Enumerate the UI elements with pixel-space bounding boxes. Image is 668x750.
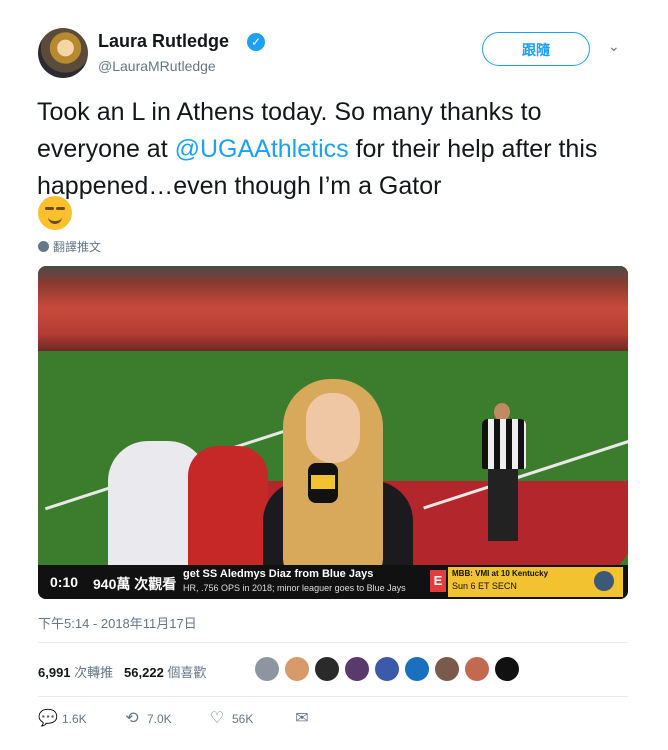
tweet-actions: 💬 1.6K ⟲ 7.0K ♡ 56K ✉ bbox=[38, 710, 338, 732]
liker-avatar[interactable] bbox=[435, 657, 459, 681]
author-avatar[interactable] bbox=[38, 28, 88, 78]
tweet-timestamp[interactable]: 下午5:14 - 2018年11月17日 bbox=[38, 613, 197, 632]
globe-icon bbox=[38, 241, 49, 252]
ticker-headline: get SS Aledmys Diaz from Blue Jays bbox=[183, 568, 374, 580]
retweet-count: 7.0K bbox=[147, 712, 172, 726]
likes-label[interactable]: 個喜歡 bbox=[167, 665, 206, 680]
liker-avatar[interactable] bbox=[255, 657, 279, 681]
tweet-text: Took an L in Athens today. So many thank… bbox=[37, 94, 637, 205]
microphone bbox=[308, 463, 338, 503]
divider bbox=[38, 642, 628, 643]
score-line1: MBB: VMI at 10 Kentucky bbox=[452, 569, 549, 578]
reply-icon: 💬 bbox=[38, 710, 58, 727]
retweets-count[interactable]: 6,991 bbox=[38, 665, 71, 680]
like-action[interactable]: ♡ 56K bbox=[208, 710, 254, 728]
liker-avatar[interactable] bbox=[495, 657, 519, 681]
player-red bbox=[188, 446, 268, 576]
video-ticker-bar: 0:10 940萬 次觀看 get SS Aledmys Diaz from B… bbox=[38, 565, 628, 599]
liker-avatar[interactable] bbox=[375, 657, 399, 681]
liker-avatar[interactable] bbox=[315, 657, 339, 681]
video-player[interactable]: 0:10 940萬 次觀看 get SS Aledmys Diaz from B… bbox=[38, 266, 628, 599]
mention-link[interactable]: @UGAAthletics bbox=[175, 135, 349, 163]
translate-label: 翻譯推文 bbox=[53, 240, 102, 254]
referee bbox=[478, 403, 530, 543]
translate-tweet-link[interactable]: 翻譯推文 bbox=[38, 238, 101, 255]
liker-avatar[interactable] bbox=[465, 657, 489, 681]
smirking-face-emoji-icon bbox=[38, 196, 72, 230]
likes-count[interactable]: 56,222 bbox=[124, 665, 164, 680]
divider bbox=[38, 696, 628, 697]
reporter-face bbox=[306, 393, 360, 463]
reply-count: 1.6K bbox=[62, 712, 87, 726]
stadium-crowd bbox=[38, 266, 628, 351]
football-field bbox=[38, 351, 628, 599]
liker-avatar[interactable] bbox=[345, 657, 369, 681]
espn-logo-icon: E bbox=[430, 570, 446, 592]
heart-icon: ♡ bbox=[209, 710, 225, 727]
retweet-icon: ⟲ bbox=[125, 710, 139, 727]
liker-avatar[interactable] bbox=[405, 657, 429, 681]
message-action[interactable]: ✉ bbox=[293, 710, 311, 728]
video-views: 940萬 次觀看 bbox=[93, 576, 177, 592]
ticker-subline: HR, .756 OPS in 2018; minor leaguer goes… bbox=[183, 583, 406, 593]
basketball-icon bbox=[594, 571, 614, 591]
score-line2: Sun 6 ET SECN bbox=[452, 581, 517, 591]
like-count: 56K bbox=[232, 712, 254, 726]
liker-avatar[interactable] bbox=[285, 657, 309, 681]
retweets-label[interactable]: 次轉推 bbox=[74, 665, 113, 680]
verified-badge-icon: ✓ bbox=[247, 33, 265, 51]
retweet-action[interactable]: ⟲ 7.0K bbox=[123, 710, 172, 728]
follow-button[interactable]: 跟隨 bbox=[482, 32, 590, 66]
envelope-icon: ✉ bbox=[295, 710, 309, 727]
author-name[interactable]: Laura Rutledge bbox=[98, 31, 229, 52]
reply-action[interactable]: 💬 1.6K bbox=[38, 710, 87, 728]
engagement-stats: 6,991 次轉推 56,222 個喜歡 bbox=[38, 662, 206, 681]
author-handle[interactable]: @LauraMRutledge bbox=[98, 58, 216, 74]
video-time: 0:10 bbox=[50, 574, 79, 590]
chevron-down-icon[interactable]: ⌄ bbox=[608, 39, 620, 53]
